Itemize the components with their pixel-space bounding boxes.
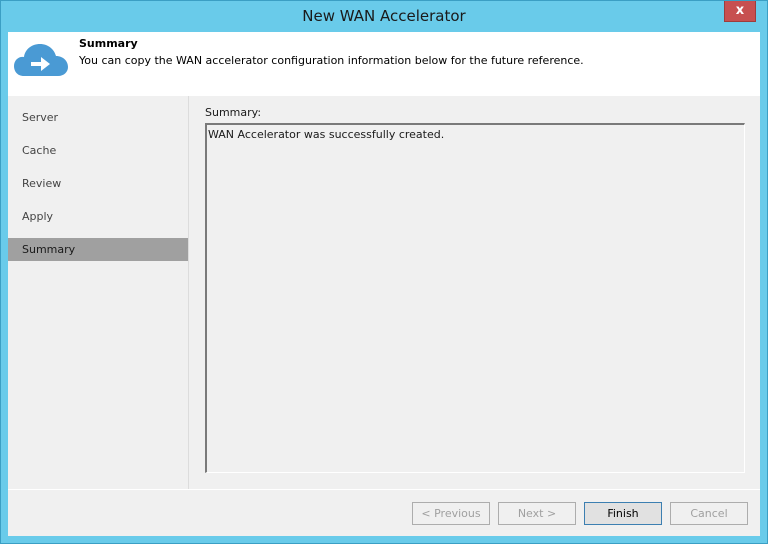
window-title: New WAN Accelerator (302, 7, 466, 25)
cloud-arrow-icon (14, 44, 68, 76)
sidebar-item-server[interactable]: Server (8, 106, 188, 129)
wizard-window: New WAN Accelerator x Summary You can co… (0, 0, 768, 544)
wizard-header: Summary You can copy the WAN accelerator… (8, 32, 760, 96)
close-button[interactable]: x (724, 1, 756, 22)
sidebar-item-review[interactable]: Review (8, 172, 188, 195)
step-sidebar: Server Cache Review Apply Summary (8, 96, 189, 489)
close-icon: x (735, 3, 745, 18)
previous-button[interactable]: < Previous (412, 502, 490, 525)
next-button[interactable]: Next > (498, 502, 576, 525)
summary-label: Summary: (205, 106, 262, 119)
header-description: You can copy the WAN accelerator configu… (79, 54, 584, 67)
finish-button[interactable]: Finish (584, 502, 662, 525)
main-panel: Summary: WAN Accelerator was successfull… (189, 96, 760, 489)
wizard-content: Server Cache Review Apply Summary Summar… (8, 96, 760, 536)
cancel-button[interactable]: Cancel (670, 502, 748, 525)
footer-divider (8, 489, 760, 490)
summary-textarea[interactable]: WAN Accelerator was successfully created… (205, 123, 745, 473)
header-title: Summary (79, 37, 138, 50)
sidebar-item-cache[interactable]: Cache (8, 139, 188, 162)
sidebar-item-summary[interactable]: Summary (8, 238, 188, 261)
sidebar-item-apply[interactable]: Apply (8, 205, 188, 228)
title-bar[interactable]: New WAN Accelerator x (1, 1, 767, 32)
